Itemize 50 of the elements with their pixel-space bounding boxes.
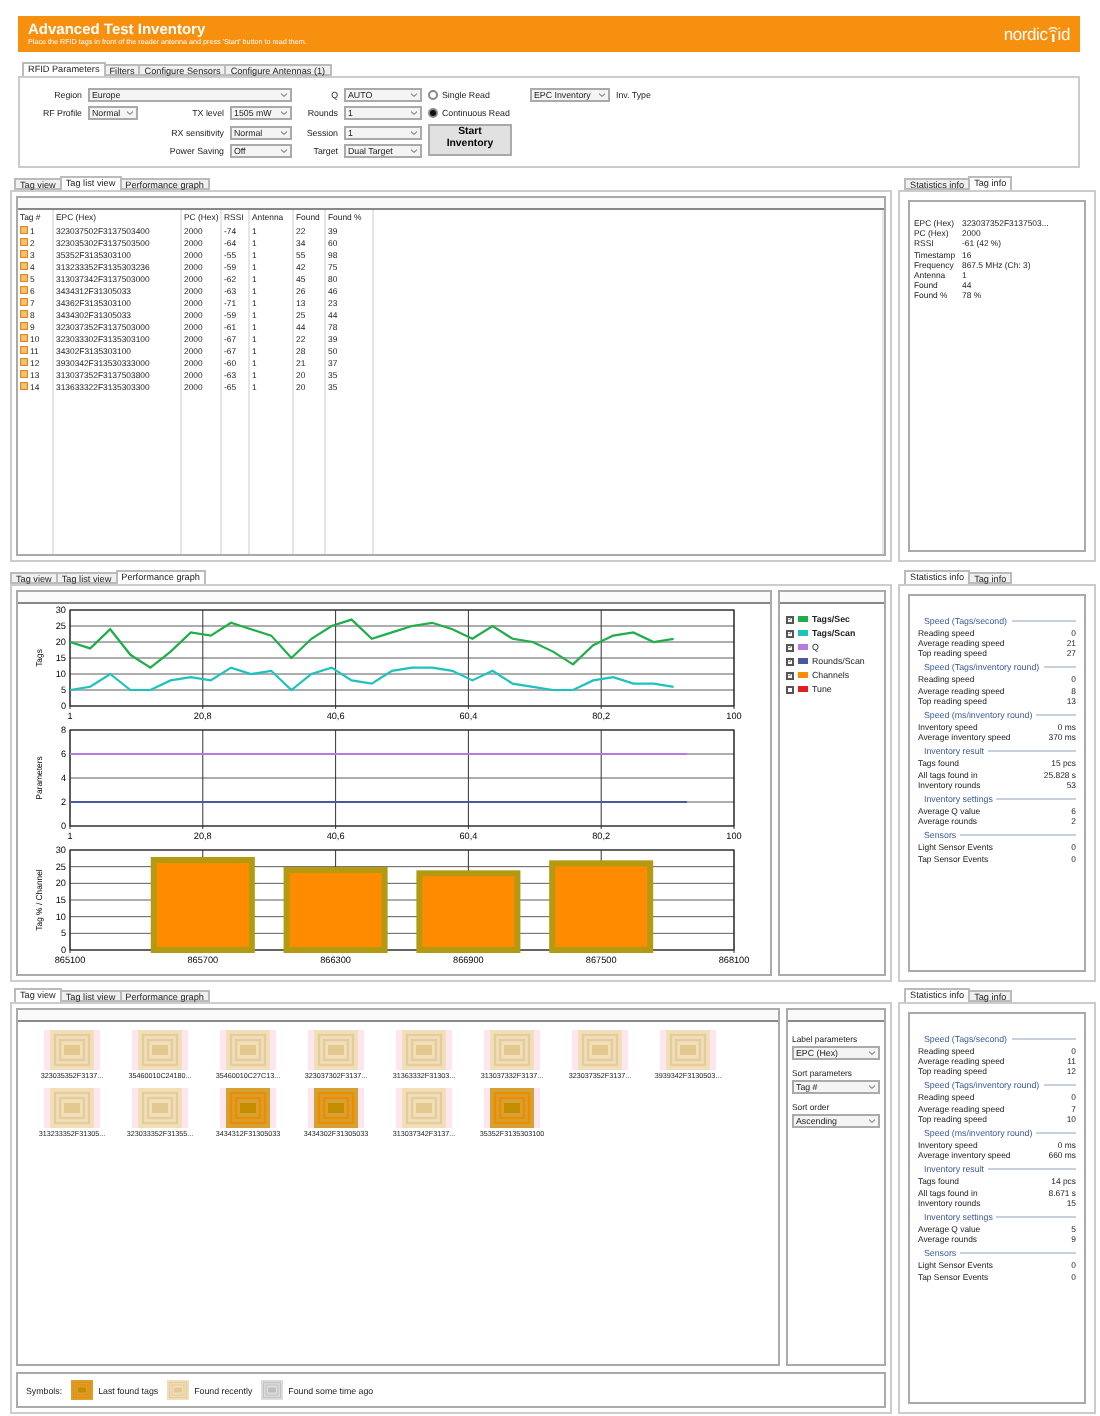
rfid-tag-icon <box>490 1088 534 1128</box>
rfid-tag-icon <box>50 1088 94 1128</box>
rfid-tag-icon <box>226 1088 270 1128</box>
rfid-tag-icon <box>578 1030 622 1070</box>
chevron-down-icon <box>410 148 418 154</box>
rfid-tag-icon <box>314 1088 358 1128</box>
bar <box>283 867 388 953</box>
checkbox[interactable] <box>786 615 794 623</box>
signal-icon <box>1047 26 1058 42</box>
chevron-down-icon <box>410 129 418 135</box>
chevron-down-icon <box>598 91 606 97</box>
chevron-down-icon <box>868 1084 876 1090</box>
checkbox[interactable] <box>786 657 794 665</box>
rfid-tag-icon <box>226 1030 270 1070</box>
rfid-tag-icon <box>402 1088 446 1128</box>
legend-swatch <box>798 644 808 650</box>
chevron-down-icon <box>280 110 288 116</box>
rfid-tag-icon <box>166 1380 191 1400</box>
chevron-down-icon <box>868 1118 876 1124</box>
bar <box>150 857 255 953</box>
chevron-down-icon <box>410 110 418 116</box>
rfid-tag-icon <box>260 1380 285 1400</box>
checkbox[interactable] <box>786 643 794 651</box>
rfid-tag-icon <box>138 1088 182 1128</box>
rfid-tag-icon <box>50 1030 94 1070</box>
rfid-tag-icon <box>70 1380 95 1400</box>
rfid-tag-icon <box>314 1030 358 1070</box>
checkbox[interactable] <box>786 685 794 693</box>
legend-swatch <box>798 616 808 622</box>
checkbox[interactable] <box>786 629 794 637</box>
rfid-tag-icon <box>138 1030 182 1070</box>
bar <box>416 870 521 953</box>
logo-text: nordic <box>1003 24 1048 44</box>
chevron-down-icon <box>868 1050 876 1056</box>
legend-swatch <box>798 630 808 636</box>
legend-swatch <box>798 672 808 678</box>
rfid-tag-icon <box>666 1030 710 1070</box>
checkbox[interactable] <box>786 671 794 679</box>
chevron-down-icon <box>280 91 288 97</box>
logo-text: id <box>1057 24 1070 44</box>
radio-button[interactable] <box>428 89 438 99</box>
bar <box>549 860 654 953</box>
rfid-tag-icon <box>402 1030 446 1070</box>
chevron-down-icon <box>126 110 134 116</box>
rfid-tag-icon <box>490 1030 534 1070</box>
chevron-down-icon <box>280 129 288 135</box>
legend-swatch <box>798 658 808 664</box>
chevron-down-icon <box>280 148 288 154</box>
chevron-down-icon <box>410 91 418 97</box>
radio-button[interactable] <box>428 108 438 118</box>
